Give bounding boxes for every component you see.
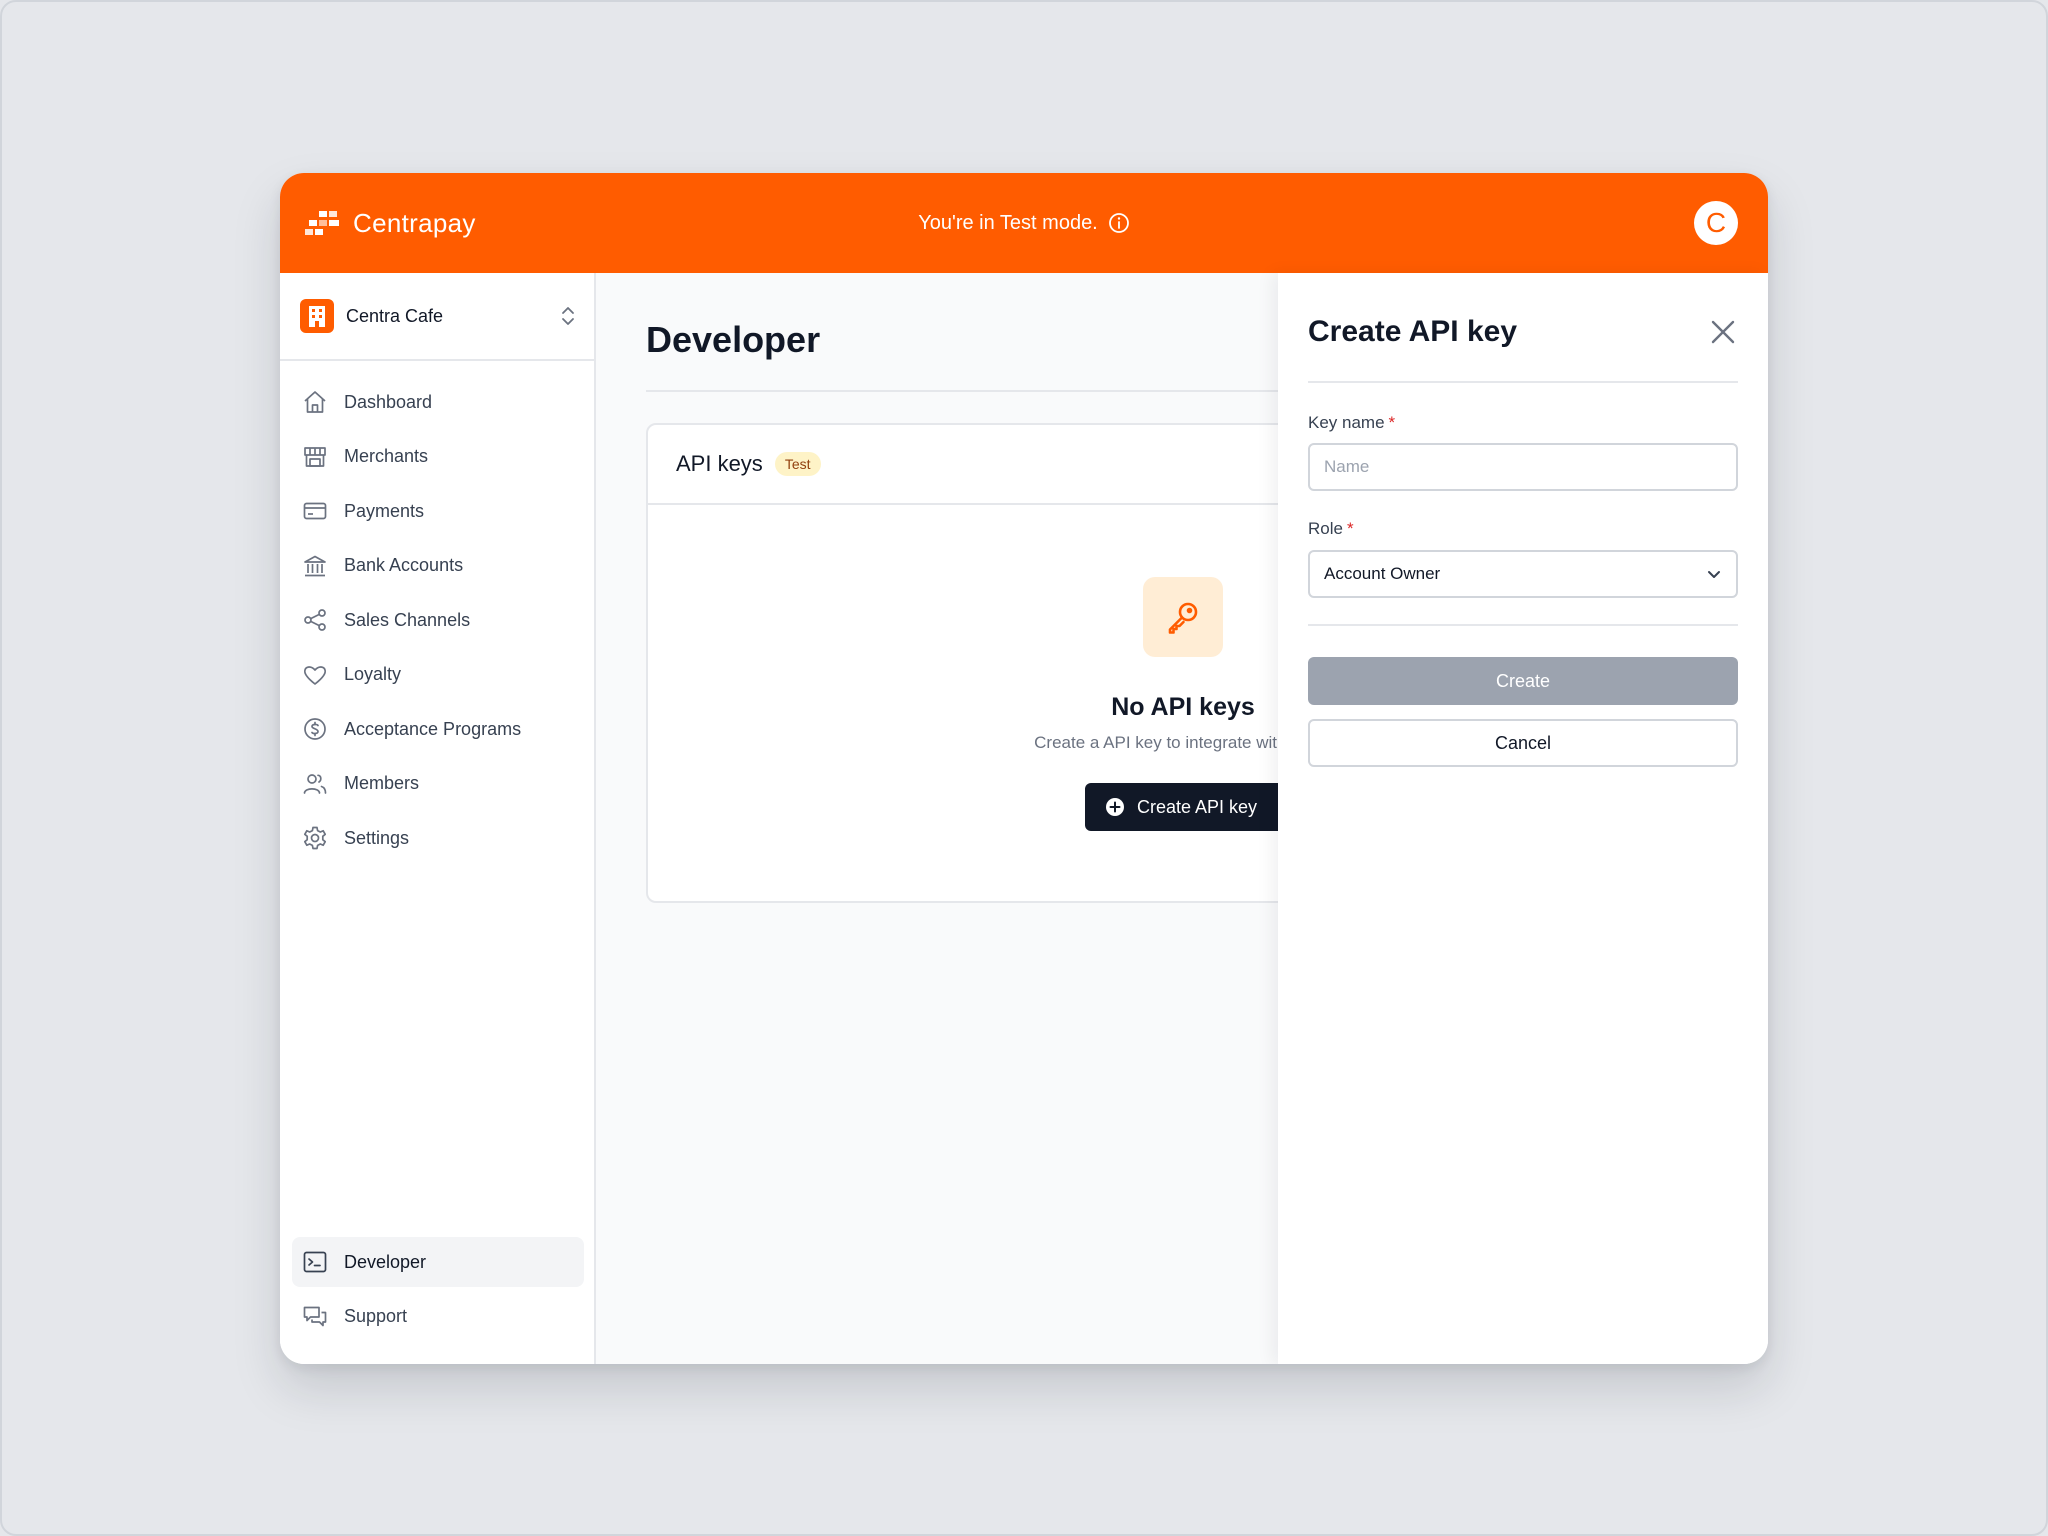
role-label: Role * xyxy=(1308,519,1354,539)
test-mode-text: You're in Test mode. xyxy=(918,211,1098,234)
chat-icon xyxy=(303,1306,327,1326)
info-icon[interactable] xyxy=(1108,212,1130,234)
sidebar-item-label: Members xyxy=(344,773,420,793)
drawer-title: Create API key xyxy=(1308,315,1518,348)
avatar[interactable]: C xyxy=(1694,201,1738,245)
dollar-circle-icon xyxy=(304,718,326,740)
sidebar-item-label: Loyalty xyxy=(344,664,402,684)
chevron-up-down-icon xyxy=(562,307,574,325)
plus-circle-icon xyxy=(1106,798,1124,816)
app-window: Centrapay You're in Test mode. C Centra … xyxy=(280,173,1768,1364)
card-title: API keys xyxy=(676,451,763,476)
create-api-key-button[interactable]: Create API key xyxy=(1085,783,1285,831)
sidebar-item-label: Developer xyxy=(344,1251,427,1272)
org-switcher[interactable]: Centra Cafe xyxy=(280,273,594,361)
chevron-down-icon xyxy=(1708,571,1720,578)
sidebar-item-support[interactable]: Support xyxy=(292,1292,584,1342)
heart-icon xyxy=(303,665,327,685)
cancel-button[interactable]: Cancel xyxy=(1308,719,1738,767)
sidebar-item-label: Settings xyxy=(344,827,410,848)
create-api-key-label: Create API key xyxy=(1137,796,1258,817)
sidebar-item-payments[interactable]: Payments xyxy=(292,486,584,536)
close-icon[interactable] xyxy=(1708,317,1738,347)
page-title: Developer xyxy=(646,319,821,360)
role-label-text: Role xyxy=(1308,519,1343,538)
bank-icon xyxy=(304,555,326,576)
org-name: Centra Cafe xyxy=(346,305,444,326)
terminal-icon xyxy=(303,1251,327,1273)
sidebar-bottom-nav: Developer Support xyxy=(280,1237,596,1346)
credit-card-icon xyxy=(303,502,327,520)
sidebar-item-label: Payments xyxy=(344,500,425,521)
role-select[interactable]: Account Owner xyxy=(1308,550,1738,598)
sidebar-item-label: Bank Accounts xyxy=(344,555,464,575)
drawer-divider xyxy=(1308,381,1738,383)
sidebar-item-members[interactable]: Members xyxy=(292,759,584,809)
sidebar-item-label: Support xyxy=(344,1306,408,1326)
sidebar-item-acceptance-programs[interactable]: Acceptance Programs xyxy=(292,704,584,754)
sidebar-item-merchants[interactable]: Merchants xyxy=(292,432,584,482)
share-icon xyxy=(304,609,326,631)
create-button[interactable]: Create xyxy=(1308,657,1738,705)
test-mode-banner: You're in Test mode. xyxy=(280,207,1768,239)
key-icon xyxy=(1143,577,1223,657)
sidebar-item-developer[interactable]: Developer xyxy=(292,1237,584,1287)
role-select-value: Account Owner xyxy=(1324,564,1441,583)
required-marker: * xyxy=(1346,519,1354,538)
users-icon xyxy=(303,773,327,794)
sidebar-item-sales-channels[interactable]: Sales Channels xyxy=(292,595,584,645)
sidebar-item-label: Merchants xyxy=(344,446,429,466)
sidebar-item-label: Sales Channels xyxy=(344,609,471,630)
key-name-label: Key name * xyxy=(1308,413,1395,433)
building-icon xyxy=(300,299,334,333)
sidebar-item-loyalty[interactable]: Loyalty xyxy=(292,650,584,700)
sidebar-item-settings[interactable]: Settings xyxy=(292,813,584,863)
sidebar-item-label: Acceptance Programs xyxy=(344,718,522,739)
sidebar-item-bank-accounts[interactable]: Bank Accounts xyxy=(292,541,584,591)
key-name-input[interactable] xyxy=(1308,443,1738,491)
home-icon xyxy=(304,391,326,413)
sidebar-item-label: Dashboard xyxy=(344,391,433,412)
gear-icon xyxy=(303,826,327,850)
sidebar-nav: Dashboard Merchants Payments Bank Accoun… xyxy=(280,377,596,868)
top-bar: Centrapay You're in Test mode. C xyxy=(280,173,1768,273)
sidebar-item-dashboard[interactable]: Dashboard xyxy=(292,377,584,427)
test-badge: Test xyxy=(774,452,821,476)
store-icon xyxy=(304,446,326,467)
create-api-key-drawer: Create API key Key name* Role* Account O… xyxy=(1278,273,1768,1364)
sidebar: Centra Cafe Dashboard Merchants Payments… xyxy=(280,273,596,1364)
drawer-divider xyxy=(1308,624,1738,626)
key-name-label-text: Key name xyxy=(1308,413,1385,432)
required-marker: * xyxy=(1388,413,1396,432)
